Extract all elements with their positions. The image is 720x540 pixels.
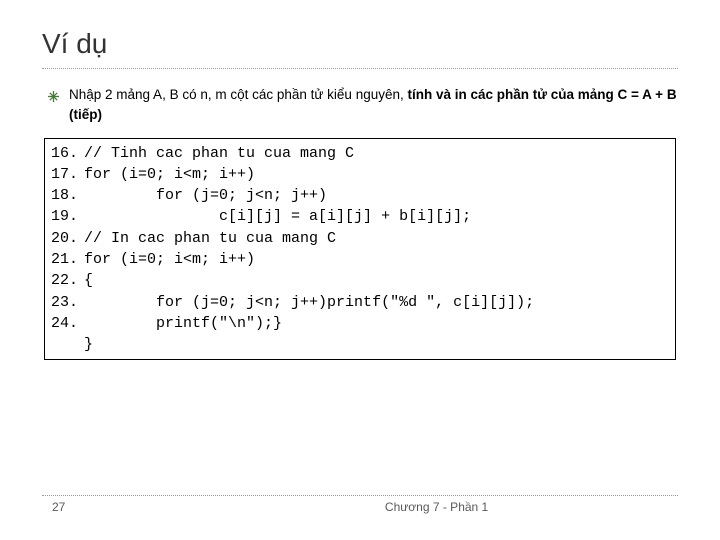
footer-caption: Chương 7 - Phần 1 xyxy=(385,500,488,514)
bullet-item: Nhập 2 mảng A, B có n, m cột các phần tử… xyxy=(42,85,678,126)
footer-divider xyxy=(42,495,678,496)
page-number: 27 xyxy=(52,500,65,514)
bullet-plain: Nhập 2 mảng A, B có n, m cột các phần tử… xyxy=(69,87,407,102)
bullet-icon xyxy=(48,89,59,107)
slide-content: Ví dụ Nhập 2 mảng A, B có n, m cột các p… xyxy=(0,0,720,360)
code-body: // Tinh cac phan tu cua mang C for (i=0;… xyxy=(82,139,540,360)
code-line-numbers: 16. 17. 18. 19. 20. 21. 22. 23. 24. xyxy=(45,139,82,360)
code-block: 16. 17. 18. 19. 20. 21. 22. 23. 24. // T… xyxy=(44,138,676,361)
page-title: Ví dụ xyxy=(42,28,678,69)
bullet-text: Nhập 2 mảng A, B có n, m cột các phần tử… xyxy=(69,85,678,126)
footer: 27 Chương 7 - Phần 1 xyxy=(42,500,678,514)
